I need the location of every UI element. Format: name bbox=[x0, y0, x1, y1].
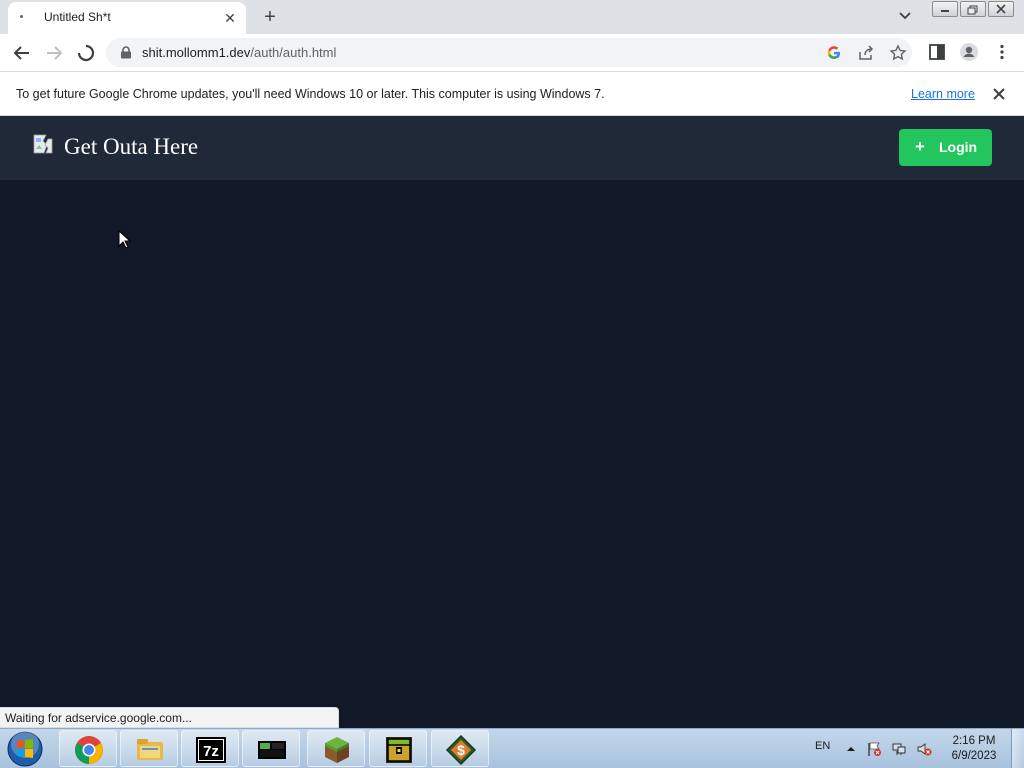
site-title: Get Outa Here bbox=[64, 134, 199, 159]
new-tab-button[interactable]: + bbox=[258, 5, 282, 29]
tab-title: Untitled Sh*t bbox=[44, 10, 111, 24]
browser-tab[interactable]: Untitled Sh*t ✕ bbox=[8, 2, 246, 34]
restore-button[interactable] bbox=[960, 1, 986, 17]
update-infobar: To get future Google Chrome updates, you… bbox=[0, 71, 1024, 116]
windows-start-icon[interactable] bbox=[5, 730, 45, 768]
tab-favicon-icon bbox=[20, 15, 23, 18]
page-content: Get Outa Here + Login bbox=[0, 116, 1024, 728]
browser-toolbar: shit.mollomm1.dev/auth/auth.html bbox=[0, 34, 1024, 71]
chrome-icon bbox=[75, 736, 103, 764]
action-center-flag-icon[interactable] bbox=[866, 741, 882, 757]
forward-arrow-icon[interactable] bbox=[42, 41, 66, 65]
infobar-message: To get future Google Chrome updates, you… bbox=[16, 87, 605, 101]
windows-taskbar: 7z $ EN 2:16 PM 6/9/2023 bbox=[0, 728, 1024, 768]
bookmark-star-icon[interactable] bbox=[888, 43, 908, 63]
learn-more-link[interactable]: Learn more bbox=[911, 87, 975, 101]
svg-text:$: $ bbox=[457, 742, 465, 758]
clock-time: 2:16 PM bbox=[952, 735, 996, 747]
loading-spinner-icon[interactable] bbox=[74, 41, 98, 65]
terminal-app-icon bbox=[258, 741, 286, 759]
close-infobar-icon[interactable] bbox=[990, 85, 1008, 103]
taskbar-7zip[interactable]: 7z bbox=[181, 730, 239, 767]
svg-text:7z: 7z bbox=[203, 743, 219, 760]
address-bar[interactable]: shit.mollomm1.dev/auth/auth.html bbox=[106, 38, 912, 67]
taskbar-file-explorer[interactable] bbox=[120, 730, 178, 767]
clock-date: 6/9/2023 bbox=[951, 750, 997, 762]
taskbar-chrome[interactable] bbox=[59, 730, 117, 767]
plus-icon: + bbox=[915, 137, 925, 156]
language-indicator[interactable]: EN bbox=[815, 740, 830, 752]
url-host: shit.mollomm1.dev bbox=[142, 45, 251, 60]
volume-muted-icon[interactable] bbox=[916, 741, 932, 757]
lock-icon[interactable] bbox=[120, 46, 132, 59]
close-window-button[interactable] bbox=[988, 1, 1014, 17]
broken-image-icon bbox=[33, 134, 53, 154]
login-button[interactable]: + Login bbox=[899, 129, 992, 166]
tab-search-chevron-icon[interactable] bbox=[895, 6, 915, 26]
tab-close-icon[interactable]: ✕ bbox=[220, 8, 240, 28]
7zip-icon: 7z bbox=[196, 737, 226, 763]
google-icon[interactable] bbox=[824, 43, 844, 63]
kebab-menu-icon[interactable] bbox=[992, 42, 1012, 62]
show-desktop-button[interactable] bbox=[1011, 729, 1024, 768]
network-icon[interactable] bbox=[891, 741, 907, 757]
taskbar-dollar-app[interactable]: $ bbox=[431, 730, 489, 767]
login-label: Login bbox=[939, 139, 978, 155]
tray-expand-icon[interactable] bbox=[843, 741, 859, 757]
profile-avatar-icon[interactable] bbox=[959, 42, 979, 62]
taskbar-minecraft[interactable] bbox=[307, 730, 365, 767]
status-text: Waiting for adservice.google.com... bbox=[5, 711, 192, 725]
file-explorer-icon bbox=[137, 739, 163, 760]
url-text: shit.mollomm1.dev/auth/auth.html bbox=[142, 45, 336, 60]
system-clock[interactable]: 2:16 PM 6/9/2023 bbox=[948, 734, 1000, 764]
mouse-cursor-icon bbox=[118, 230, 132, 249]
share-icon[interactable] bbox=[856, 43, 876, 63]
taskbar-terminal-app[interactable] bbox=[242, 730, 300, 767]
minimize-button[interactable] bbox=[932, 1, 958, 17]
window-controls bbox=[930, 1, 1014, 17]
minecraft-icon bbox=[325, 737, 349, 763]
site-header: Get Outa Here + Login bbox=[0, 116, 1024, 180]
side-panel-icon[interactable] bbox=[927, 42, 947, 62]
status-bubble: Waiting for adservice.google.com... bbox=[0, 707, 339, 728]
dollar-app-icon: $ bbox=[445, 734, 477, 766]
taskbar-chest-app[interactable] bbox=[369, 730, 427, 767]
tab-strip: Untitled Sh*t ✕ + bbox=[0, 0, 1024, 34]
back-arrow-icon[interactable] bbox=[10, 41, 34, 65]
url-path: /auth/auth.html bbox=[250, 45, 337, 60]
treasure-chest-app-icon bbox=[386, 737, 412, 763]
